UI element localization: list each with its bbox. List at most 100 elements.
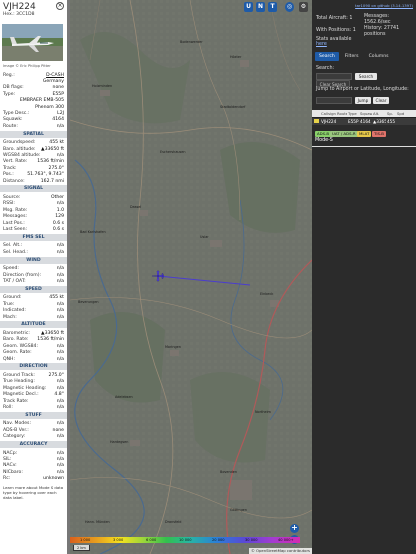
detail-key: Baro. altitude:	[3, 146, 36, 152]
detail-key: DB flags:	[3, 85, 24, 91]
map-button-n[interactable]: N	[256, 2, 265, 12]
detail-row: DB flags: none	[3, 85, 64, 91]
map-place-label: Holzminden	[92, 84, 113, 88]
section-speed[interactable]: SPEED	[0, 285, 67, 293]
tab-search[interactable]: Search	[315, 52, 339, 61]
clear-search-button[interactable]: Clear Search	[316, 80, 350, 87]
search-button[interactable]: Search	[355, 73, 377, 80]
detail-value: n/a	[56, 379, 64, 385]
detail-key: Distance:	[3, 178, 25, 184]
section-direction[interactable]: DIRECTION	[0, 363, 67, 371]
detail-key: Ground:	[3, 295, 22, 301]
jump-label: Jump to Airport or Latitude, Longitude:	[316, 87, 409, 92]
detail-header: VJH224 Hex.: 3CC1D8 ×	[0, 0, 67, 20]
column-header[interactable]: Spd	[396, 111, 406, 116]
map-place-label: Adelebsen	[115, 395, 133, 399]
section-wind[interactable]: WIND	[0, 256, 67, 264]
section-spatial[interactable]: SPATIAL	[0, 130, 67, 138]
row-flag-icon	[312, 119, 320, 124]
detail-row: Sel. Head.: n/a	[3, 249, 64, 255]
footer-note: Learn more about Mode S data type by hov…	[3, 485, 64, 500]
zoom-in-button[interactable]: +	[290, 524, 299, 533]
detail-key: Direction (from):	[3, 272, 42, 278]
section-accuracy[interactable]: ACCURACY	[0, 441, 67, 448]
map-attribution[interactable]: © OpenStreetMap contributors	[249, 548, 312, 554]
detail-row: SIL: n/a	[3, 456, 64, 462]
jump-button[interactable]: Jump	[355, 97, 371, 104]
detail-row: Barometric: ▲33650 ft	[3, 330, 64, 336]
column-header[interactable]: Route	[336, 111, 347, 116]
detail-value: n/a	[56, 404, 64, 410]
detail-value: ▲33650 ft	[41, 330, 64, 336]
detail-key: NACv:	[3, 463, 17, 469]
detail-value: none	[52, 85, 64, 91]
detail-row: Phenom 300	[3, 104, 64, 110]
detail-key: NACp:	[3, 450, 18, 456]
detail-value: n/a	[56, 314, 64, 320]
detail-value: 455 kt	[49, 140, 64, 146]
detail-value: n/a	[56, 385, 64, 391]
detail-key: Magnetic Heading:	[3, 385, 47, 391]
column-header[interactable]: Sp.	[386, 111, 396, 116]
aircraft-list-panel: ‹ ‹ ◎ LOKMPIRF tar1090 on github (3.14.1…	[312, 0, 416, 554]
detail-row: Vert. Rate: 1536 ft/min	[3, 159, 64, 165]
table-row[interactable]: VJH224 E55P4164▲33650455	[312, 117, 416, 125]
column-header[interactable]: Squawk	[359, 111, 372, 116]
detail-value: Germany	[42, 78, 64, 84]
detail-key: Magnetic Decl.:	[3, 392, 39, 398]
tab-filters[interactable]: Filters	[341, 52, 363, 61]
legend-label: 40 000+	[278, 538, 294, 542]
map-view[interactable]: Holzminden Höxter Bodenwerder Uslar Dassel Ei…	[70, 0, 312, 554]
layers-icon[interactable]: ◎	[285, 2, 294, 12]
detail-value: 275.0°	[48, 165, 64, 171]
tab-columns[interactable]: Columns	[365, 52, 393, 61]
map-button-t[interactable]: T	[268, 2, 277, 12]
detail-value: n/a	[56, 152, 64, 158]
detail-key: Baro. Rate:	[3, 337, 29, 343]
detail-row: True Heading: n/a	[3, 379, 64, 385]
close-icon[interactable]: ×	[56, 2, 64, 10]
detail-row: Pos.: 51.763°, 9.743°	[3, 172, 64, 178]
table-cell: E55P	[348, 119, 359, 124]
source-pill-mlat: MLAT	[357, 131, 372, 137]
detail-row: Track: 275.0°	[3, 165, 64, 171]
settings-gear-icon[interactable]: ⚙	[299, 2, 308, 12]
detail-value: n/a	[56, 398, 64, 404]
detail-row: Rc: unknown	[3, 476, 64, 482]
version-link[interactable]: tar1090 on github (3.14.1397)	[355, 3, 413, 8]
legend-label: 6 000	[146, 538, 157, 542]
detail-row: Reg.: D-CASH	[3, 72, 64, 78]
column-header[interactable]: Alt.	[372, 111, 386, 116]
detail-key: TAT / OAT:	[3, 278, 26, 284]
aircraft-table: CallsignRouteTypeSquawkAlt.Sp.Spd VJH224…	[312, 110, 416, 125]
detail-row: ADS-B Ver.: none	[3, 427, 64, 433]
detail-key: WGS84 altitude:	[3, 152, 41, 158]
clear-button[interactable]: Clear	[373, 97, 389, 104]
detail-value: 0.6 s	[52, 226, 64, 232]
jump-input[interactable]	[316, 97, 352, 104]
detail-key: Ground Track:	[3, 372, 35, 378]
column-header[interactable]: Type	[347, 111, 359, 116]
column-header[interactable]: Callsign	[320, 111, 336, 116]
search-label: Search:	[316, 66, 335, 71]
map-place-label: Göttingen	[230, 508, 247, 512]
detail-value[interactable]: D-CASH	[46, 73, 64, 78]
detail-value: n/a	[56, 308, 64, 314]
aircraft-marker[interactable]	[152, 270, 164, 282]
stats-link[interactable]: here	[316, 42, 327, 48]
table-cell: VJH224	[321, 119, 336, 124]
map-button-u[interactable]: U	[244, 2, 253, 12]
detail-key: Category:	[3, 434, 26, 440]
search-input[interactable]	[316, 73, 352, 80]
detail-row: Source: Other	[3, 194, 64, 200]
section-fms-sel[interactable]: FMS SEL	[0, 233, 67, 241]
section-altitude[interactable]: ALTITUDE	[0, 321, 67, 329]
section-signal[interactable]: SIGNAL	[0, 185, 67, 193]
aircraft-photo[interactable]	[2, 24, 63, 61]
detail-value: 1536 ft/min	[37, 159, 64, 165]
detail-key: Last Pos.:	[3, 220, 25, 226]
section-stuff[interactable]: STUFF	[0, 411, 67, 419]
detail-key: Nav. Modes:	[3, 421, 31, 427]
detail-value: 1.0	[56, 207, 64, 213]
detail-row: Type Desc.: L2J	[3, 110, 64, 116]
